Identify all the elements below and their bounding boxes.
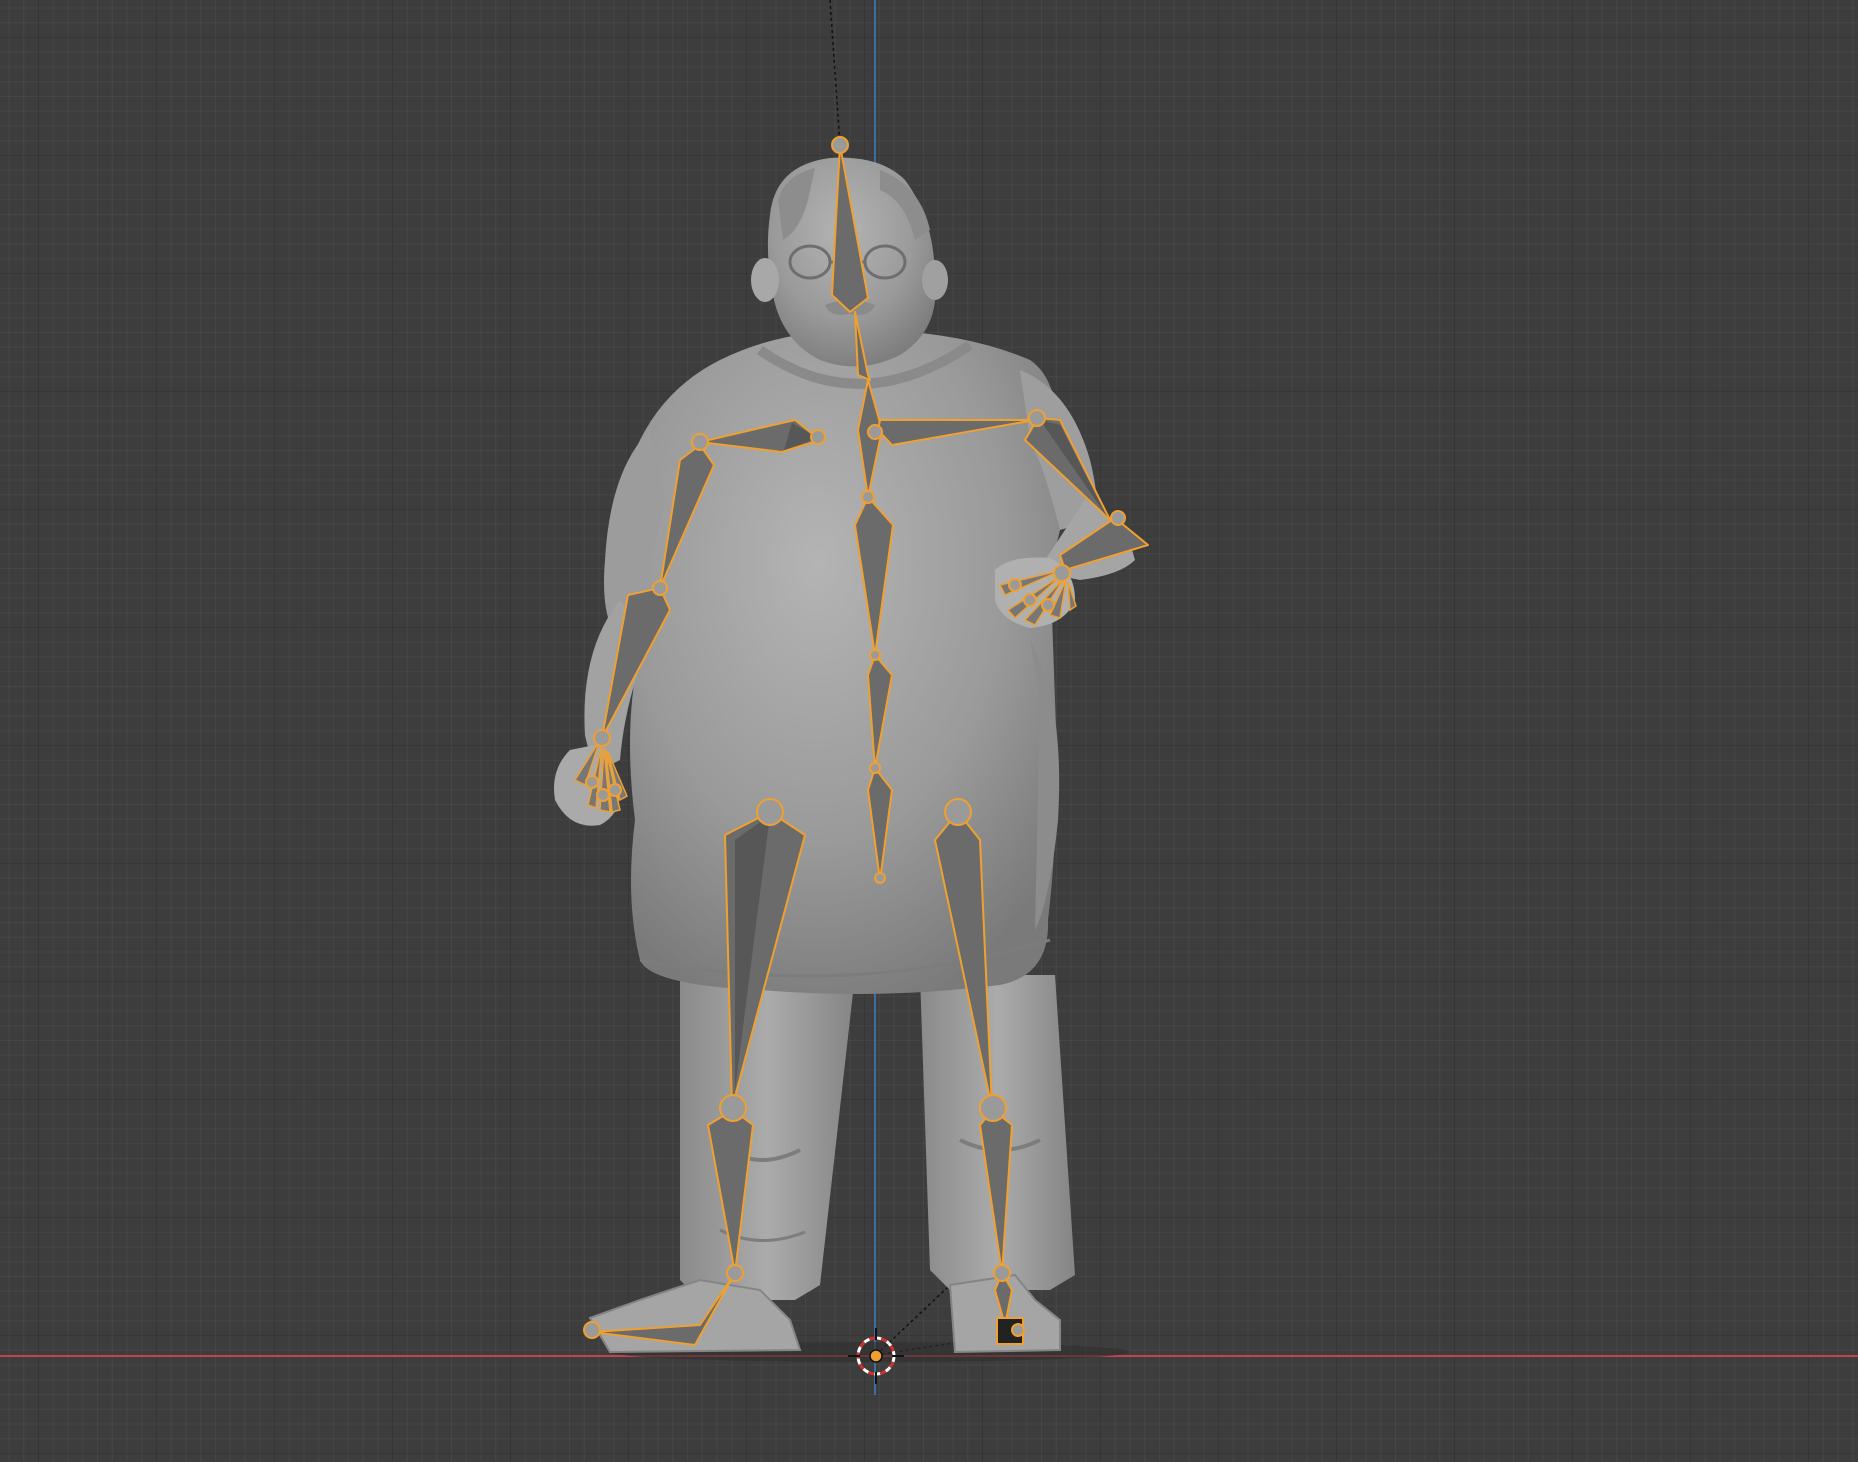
viewport-canvas[interactable] bbox=[0, 0, 1858, 1462]
joint-chest[interactable] bbox=[861, 490, 875, 504]
3d-cursor-icon[interactable] bbox=[848, 1328, 904, 1384]
joint-shoulder-l[interactable] bbox=[691, 433, 709, 451]
joint-spine[interactable] bbox=[869, 649, 881, 661]
joint-wrist-r[interactable] bbox=[1053, 564, 1071, 582]
joint-knee-r[interactable] bbox=[979, 1094, 1007, 1122]
joint-hip-r[interactable] bbox=[944, 798, 972, 826]
joint-shoulder-r[interactable] bbox=[1028, 409, 1046, 427]
joint-hip-l[interactable] bbox=[756, 798, 784, 826]
torso-mesh bbox=[617, 330, 1064, 994]
joint-ankle-r[interactable] bbox=[993, 1264, 1011, 1282]
joint-shoulder-l-head[interactable] bbox=[810, 429, 826, 445]
left-leg-mesh bbox=[680, 975, 855, 1300]
joint-neck[interactable] bbox=[867, 424, 883, 440]
joint-elbow-l[interactable] bbox=[652, 580, 668, 596]
joint-toe-l[interactable] bbox=[583, 1321, 601, 1339]
character-mesh[interactable] bbox=[554, 157, 1135, 1362]
object-origin-dot bbox=[869, 1349, 883, 1363]
parent-relation-line bbox=[829, 0, 841, 146]
3d-viewport[interactable] bbox=[0, 0, 1858, 1462]
joint-spine-lower[interactable] bbox=[869, 762, 881, 774]
joint-heel-r[interactable] bbox=[1011, 1323, 1025, 1337]
joint-ankle-l[interactable] bbox=[726, 1264, 744, 1282]
joint-wrist-l[interactable] bbox=[593, 729, 611, 747]
joint-head-tip[interactable] bbox=[831, 136, 849, 154]
joint-hips-tip[interactable] bbox=[874, 872, 886, 884]
joint-elbow-r[interactable] bbox=[1110, 510, 1126, 526]
joint-knee-l[interactable] bbox=[719, 1094, 747, 1122]
